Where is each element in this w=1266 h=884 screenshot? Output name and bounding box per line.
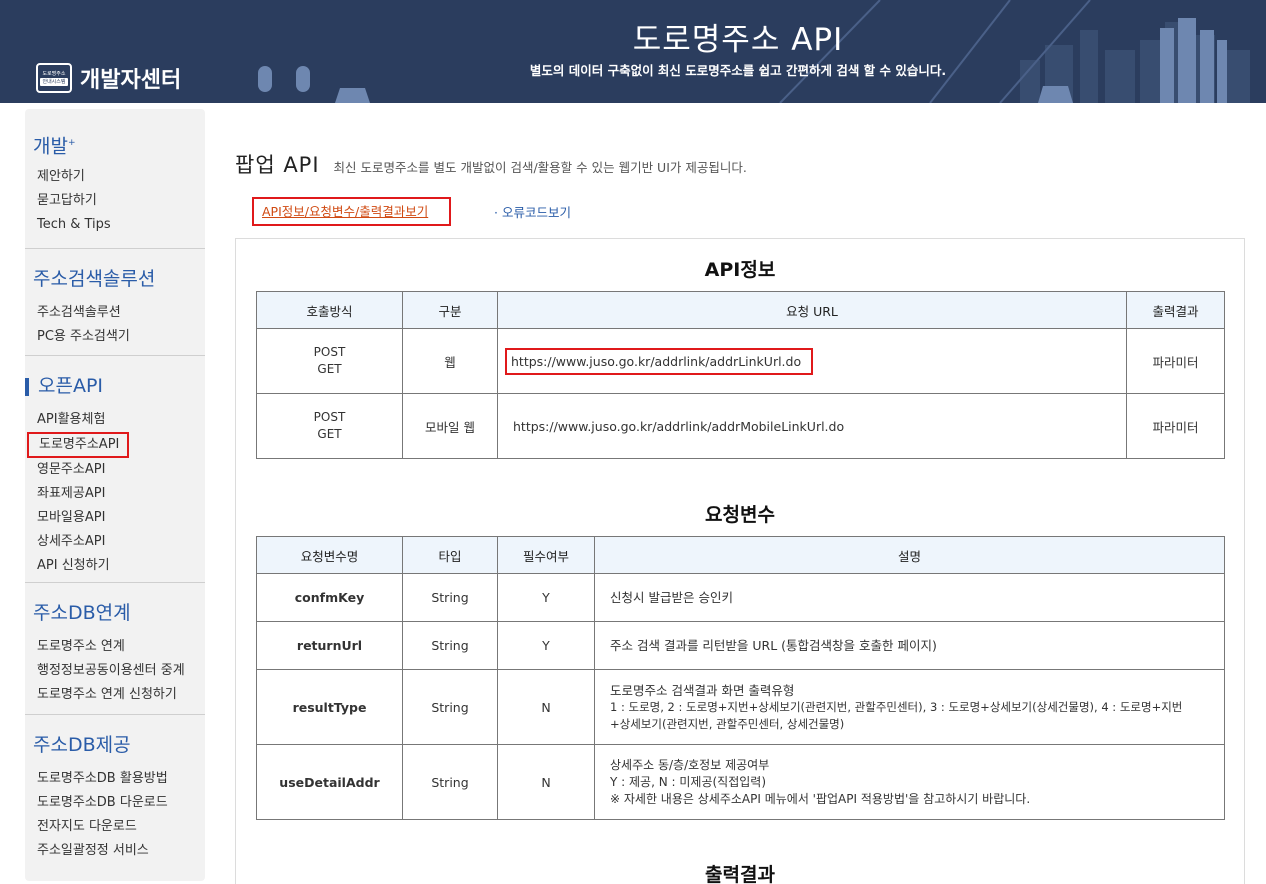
output-cell: 파라미터 (1126, 328, 1225, 394)
type-cell: 웹 (402, 328, 498, 394)
sidebar-item-road-address-api[interactable]: 도로명주소API (27, 432, 130, 458)
table-row: useDetailAddr String N 상세주소 동/층/호정보 제공여부… (256, 744, 1225, 820)
sidebar-item-proposal[interactable]: 제안하기 (25, 165, 205, 189)
hero-title: 도로명주소 API (632, 22, 844, 58)
param-required-cell: N (497, 669, 595, 745)
table-row: resultType String N 도로명주소 검색결과 화면 출력유형 1… (256, 669, 1225, 745)
sidebar: 개발+ 제안하기 묻고답하기 Tech & Tips 주소검색솔루션 주소검색솔… (25, 109, 205, 881)
table-header-row: 호출방식 구분 요청 URL 출력결과 (256, 291, 1225, 329)
table-row: POST GET 웹 https://www.juso.go.kr/addrlin… (256, 328, 1225, 394)
param-name-cell: useDetailAddr (256, 744, 403, 820)
hero-subtitle: 별도의 데이터 구축없이 최신 도로명주소를 쉽고 간편하게 검색 할 수 있습… (529, 63, 947, 78)
site-header: 도로명주소 안내시스템 개발자센터 도로명주소 API 별도의 데이터 구축없이… (0, 0, 1266, 103)
param-required-cell: Y (497, 621, 595, 670)
param-type-cell: String (402, 744, 498, 820)
table-header-row: 요청변수명 타입 필수여부 설명 (256, 536, 1225, 574)
column-header: 타입 (402, 536, 498, 574)
column-header: 필수여부 (497, 536, 595, 574)
column-header: 요청변수명 (256, 536, 403, 574)
tab-error-codes[interactable]: 오류코드보기 (494, 202, 571, 221)
type-cell: 모바일 웹 (402, 393, 498, 459)
sidebar-item-search-solution[interactable]: 주소검색솔루션 (25, 301, 205, 325)
column-header: 호출방식 (256, 291, 403, 329)
sidebar-group-title[interactable]: 주소DB연계 (25, 591, 205, 635)
sidebar-item-db-download[interactable]: 도로명주소DB 다운로드 (25, 791, 205, 815)
logo-badge-bottom: 안내시스템 (40, 78, 68, 86)
column-header: 구분 (402, 291, 498, 329)
param-required-cell: Y (497, 573, 595, 622)
sidebar-group-dev: 개발+ 제안하기 묻고답하기 Tech & Tips (25, 109, 205, 249)
sidebar-group-title[interactable]: 주소검색솔루션 (25, 257, 205, 301)
sidebar-group-db-link: 주소DB연계 도로명주소 연계 행정정보공동이용센터 중계 도로명주소 연계 신… (25, 583, 205, 715)
tab-api-info[interactable]: API정보/요청변수/출력결과보기 (252, 197, 451, 226)
sidebar-item-api-apply[interactable]: API 신청하기 (25, 554, 205, 578)
column-header: 출력결과 (1126, 291, 1225, 329)
sidebar-item-bulk-correct[interactable]: 주소일괄정정 서비스 (25, 839, 205, 863)
method-cell: POST GET (256, 328, 403, 394)
param-desc-cell: 도로명주소 검색결과 화면 출력유형 1 : 도로명, 2 : 도로명+지번+상… (594, 669, 1225, 745)
sidebar-item-pc-search[interactable]: PC용 주소검색기 (25, 325, 205, 349)
section-title-request-params: 요청변수 (705, 504, 775, 526)
sidebar-item-mobile-api[interactable]: 모바일용API (25, 506, 205, 530)
request-params-table: 요청변수명 타입 필수여부 설명 confmKey String Y 신청시 발… (256, 536, 1225, 820)
param-type-cell: String (402, 669, 498, 745)
page-heading: 팝업 API (235, 153, 320, 177)
table-row: confmKey String Y 신청시 발급받은 승인키 (256, 573, 1225, 622)
table-row: returnUrl String Y 주소 검색 결과를 리턴받을 URL (통… (256, 621, 1225, 670)
sidebar-group-search-solution: 주소검색솔루션 주소검색솔루션 PC용 주소검색기 (25, 249, 205, 356)
sidebar-group-title[interactable]: 개발+ (25, 121, 205, 165)
page-description: 최신 도로명주소를 별도 개발없이 검색/활용할 수 있는 웹기반 UI가 제공… (333, 160, 747, 175)
sidebar-item-link-apply[interactable]: 도로명주소 연계 신청하기 (25, 683, 205, 707)
param-desc-cell: 주소 검색 결과를 리턴받을 URL (통합검색창을 호출한 페이지) (594, 621, 1225, 670)
page-title: 팝업 API 최신 도로명주소를 별도 개발없이 검색/활용할 수 있는 웹기반… (235, 149, 747, 179)
method-cell: POST GET (256, 393, 403, 459)
sidebar-group-db-provide: 주소DB제공 도로명주소DB 활용방법 도로명주소DB 다운로드 전자지도 다운… (25, 715, 205, 875)
param-type-cell: String (402, 573, 498, 622)
sidebar-group-open-api: 오픈API API활용체험 도로명주소API 영문주소API 좌표제공API 모… (25, 356, 205, 583)
table-row: POST GET 모바일 웹 https://www.juso.go.kr/add… (256, 393, 1225, 459)
sidebar-group-title[interactable]: 오픈API (25, 364, 205, 408)
sidebar-item-detail-api[interactable]: 상세주소API (25, 530, 205, 554)
sidebar-item-map-download[interactable]: 전자지도 다운로드 (25, 815, 205, 839)
output-cell: 파라미터 (1126, 393, 1225, 459)
param-name-cell: confmKey (256, 573, 403, 622)
param-type-cell: String (402, 621, 498, 670)
section-title-api-info: API정보 (704, 259, 776, 281)
sidebar-item-road-link[interactable]: 도로명주소 연계 (25, 635, 205, 659)
sidebar-item-admin-relay[interactable]: 행정정보공동이용센터 중계 (25, 659, 205, 683)
column-header: 설명 (594, 536, 1225, 574)
url-cell: https://www.juso.go.kr/addrlink/addrLink… (497, 328, 1127, 394)
sidebar-item-tech-tips[interactable]: Tech & Tips (25, 213, 205, 237)
sidebar-item-qna[interactable]: 묻고답하기 (25, 189, 205, 213)
param-name-cell: resultType (256, 669, 403, 745)
sidebar-item-english-api[interactable]: 영문주소API (25, 458, 205, 482)
sidebar-item-db-usage[interactable]: 도로명주소DB 활용방법 (25, 767, 205, 791)
param-desc-cell: 상세주소 동/층/호정보 제공여부 Y : 제공, N : 미제공(직접입력) … (594, 744, 1225, 820)
sidebar-item-coord-api[interactable]: 좌표제공API (25, 482, 205, 506)
param-required-cell: N (497, 744, 595, 820)
url-cell[interactable]: https://www.juso.go.kr/addrlink/addrMobi… (497, 393, 1127, 459)
request-url-highlighted[interactable]: https://www.juso.go.kr/addrlink/addrLink… (505, 347, 814, 375)
section-title-output: 출력결과 (705, 864, 775, 884)
column-header: 요청 URL (497, 291, 1127, 329)
param-name-cell: returnUrl (256, 621, 403, 670)
sidebar-group-title[interactable]: 주소DB제공 (25, 723, 205, 767)
api-info-table: 호출방식 구분 요청 URL 출력결과 POST GET 웹 https://ww… (256, 291, 1225, 459)
param-desc-cell: 신청시 발급받은 승인키 (594, 573, 1225, 622)
sidebar-item-api-experience[interactable]: API활용체험 (25, 408, 205, 432)
